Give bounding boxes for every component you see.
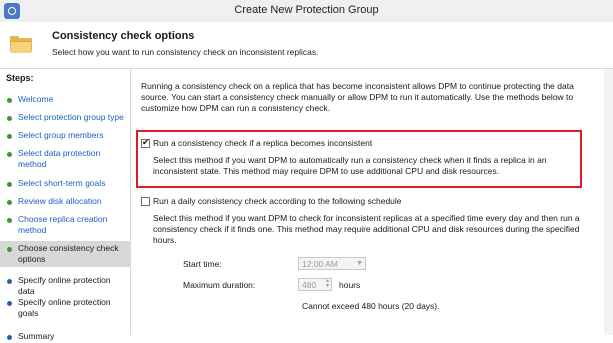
- step-welcome[interactable]: Welcome: [0, 94, 130, 106]
- auto-consistency-checkbox[interactable]: [141, 137, 150, 148]
- window-title: Create New Protection Group: [234, 4, 379, 16]
- step-label: Select short-term goals: [18, 178, 106, 188]
- step-label: Specify online protection data: [18, 275, 111, 296]
- step-complete-icon: [7, 200, 12, 205]
- step-label: Select group members: [18, 130, 104, 140]
- chevron-down-icon: ▼: [356, 260, 363, 267]
- step-pending-icon: [7, 279, 12, 284]
- step-complete-icon: [7, 182, 12, 187]
- step-select-group-members[interactable]: Select group members: [0, 130, 130, 142]
- daily-consistency-checkbox[interactable]: [141, 197, 150, 206]
- step-label: Specify online protection goals: [18, 297, 111, 318]
- step-label: Summary: [18, 331, 55, 341]
- maximum-duration-value: 480: [302, 280, 317, 290]
- content-pane: Running a consistency check on a replica…: [131, 69, 613, 335]
- spin-arrows-icon: ▲ ▼: [325, 278, 330, 289]
- step-complete-icon: [7, 116, 12, 121]
- step-label: Welcome: [18, 94, 54, 104]
- content-scrollbar[interactable]: [604, 69, 613, 335]
- step-label: Choose consistency check options: [18, 243, 119, 264]
- step-choose-replica-creation-method[interactable]: Choose replica creation method: [0, 214, 130, 238]
- step-select-short-term-goals[interactable]: Select short-term goals: [0, 178, 130, 190]
- page-title: Consistency check options: [52, 30, 195, 42]
- step-pending-icon: [7, 301, 12, 306]
- maximum-duration-stepper[interactable]: 480 ▲ ▼: [298, 278, 332, 291]
- step-label: Review disk allocation: [18, 196, 102, 206]
- step-complete-icon: [7, 218, 12, 223]
- step-label: Choose replica creation method: [18, 214, 108, 235]
- auto-consistency-description: Select this method if you want DPM to au…: [153, 155, 547, 176]
- wizard-header: Consistency check options Select how you…: [0, 22, 613, 69]
- step-label: Select data protection method: [18, 148, 101, 169]
- daily-consistency-description: Select this method if you want DPM to ch…: [153, 213, 580, 245]
- step-specify-online-protection-goals[interactable]: Specify online protection goals: [0, 297, 130, 321]
- step-select-protection-group-type[interactable]: Select protection group type: [0, 112, 130, 124]
- start-time-select[interactable]: 12:00 AM ▼: [298, 257, 366, 270]
- step-review-disk-allocation[interactable]: Review disk allocation: [0, 196, 130, 208]
- step-complete-icon: [7, 98, 12, 103]
- duration-limit-note: Cannot exceed 480 hours (20 days).: [302, 301, 440, 311]
- folder-icon: [10, 36, 32, 53]
- steps-label: Steps:: [6, 73, 34, 83]
- step-summary[interactable]: Summary: [0, 331, 130, 343]
- start-time-value: 12:00 AM: [302, 259, 338, 269]
- title-bar: Create New Protection Group: [0, 0, 613, 23]
- maximum-duration-label: Maximum duration:: [183, 280, 256, 290]
- step-current-icon: [7, 247, 12, 252]
- page-subtitle: Select how you want to run consistency c…: [52, 47, 319, 57]
- daily-consistency-label: Run a daily consistency check according …: [153, 196, 402, 206]
- step-choose-consistency-check-options[interactable]: Choose consistency check options: [0, 241, 130, 267]
- start-time-label: Start time:: [183, 259, 222, 269]
- step-label: Select protection group type: [18, 112, 124, 122]
- step-complete-icon: [7, 134, 12, 139]
- steps-sidebar: Steps: Welcome Select protection group t…: [0, 69, 131, 341]
- step-specify-online-protection-data[interactable]: Specify online protection data: [0, 275, 130, 296]
- step-complete-icon: [7, 152, 12, 157]
- step-pending-icon: [7, 335, 12, 340]
- step-select-data-protection-method[interactable]: Select data protection method: [0, 148, 130, 172]
- duration-unit-label: hours: [339, 280, 361, 290]
- intro-text: Running a consistency check on a replica…: [141, 81, 574, 113]
- auto-consistency-label: Run a consistency check if a replica bec…: [153, 138, 373, 148]
